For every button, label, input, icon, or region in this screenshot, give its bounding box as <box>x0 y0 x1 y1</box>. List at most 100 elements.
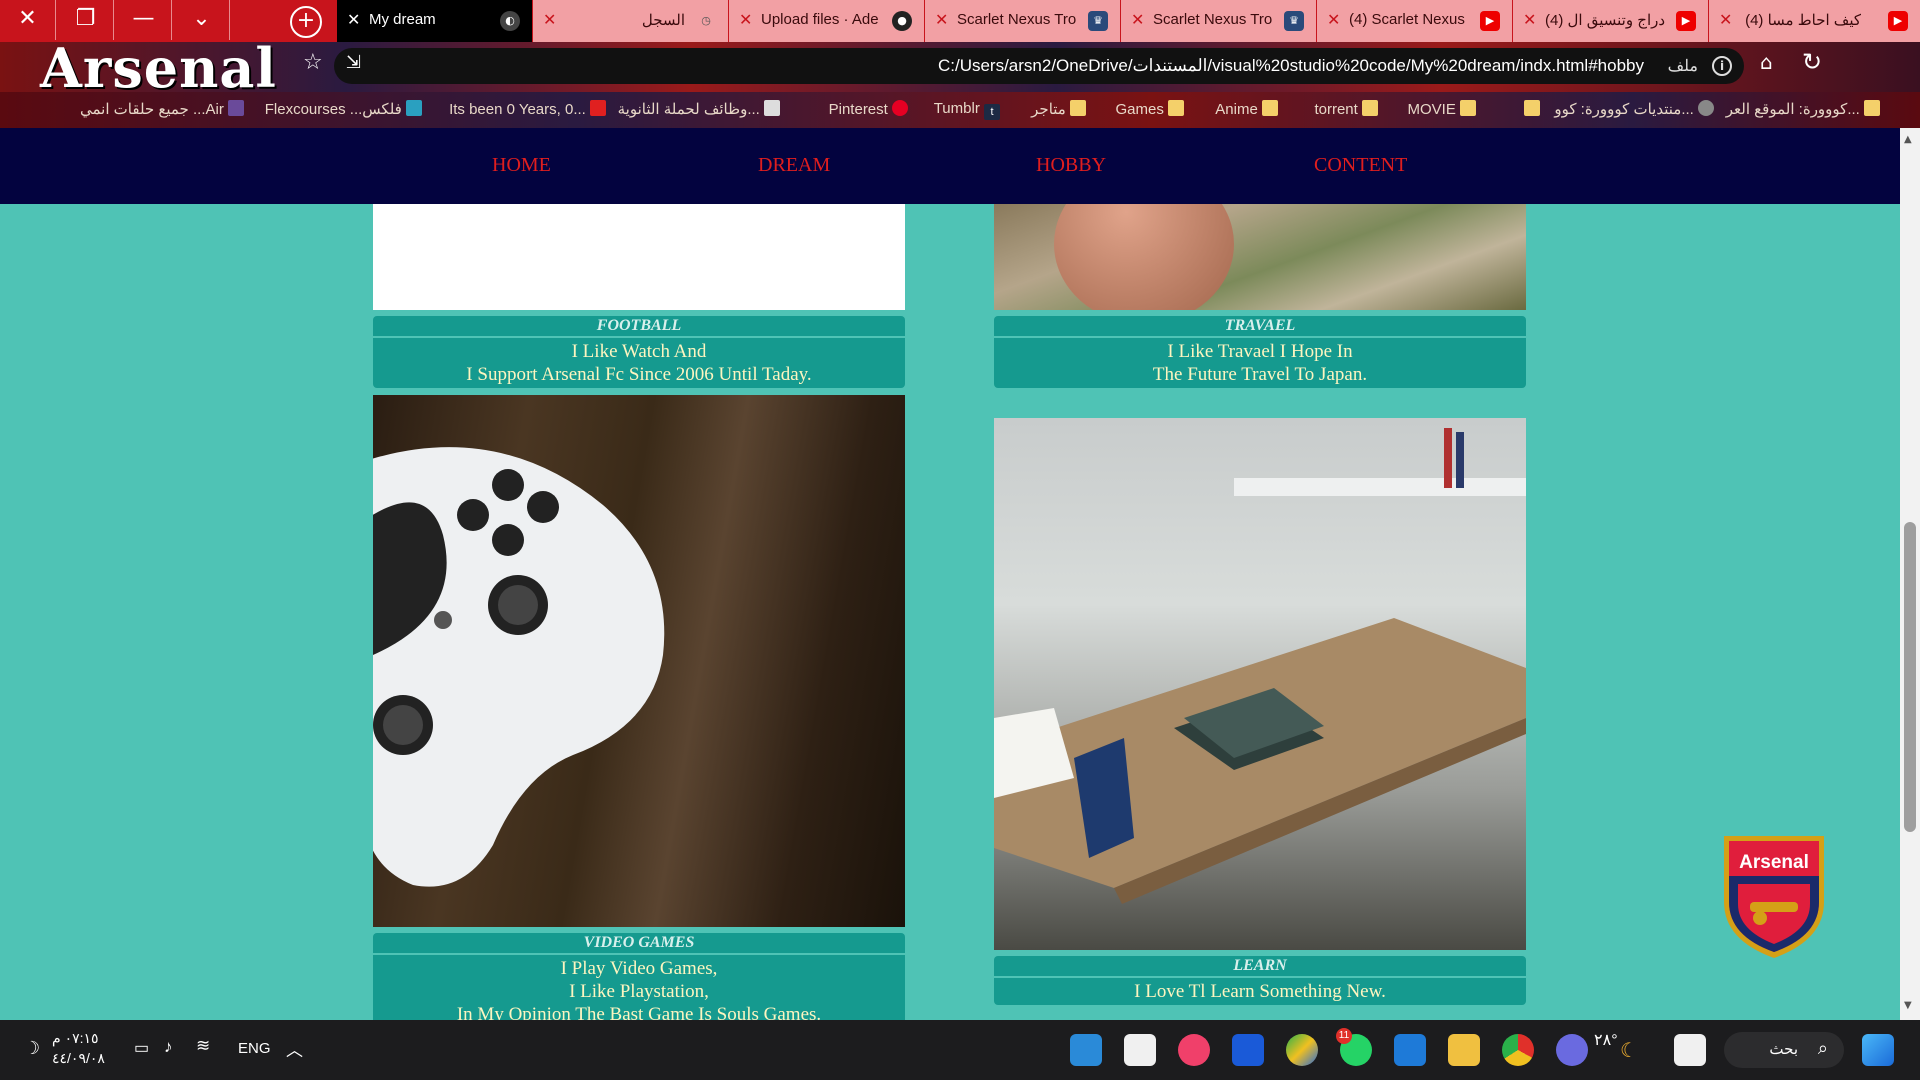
tab-scarlet-1[interactable]: ✕ Scarlet Nexus Tro ♛ <box>924 0 1120 42</box>
tumblr-icon: t <box>984 104 1000 120</box>
tab-close-icon[interactable]: ✕ <box>739 11 757 29</box>
task-view-icon[interactable] <box>1674 1034 1706 1066</box>
caption-line: I Love Tl Learn Something New. <box>1134 981 1386 1002</box>
bookmark-folder[interactable]: متاجر <box>1031 100 1086 120</box>
browser-tab-strip: ✕ ❐ — ⌄ + ✕ My dream ◐ ✕ السجل ◷ ✕ Uploa… <box>0 0 1920 42</box>
wifi-icon[interactable]: ≋ <box>196 1036 210 1056</box>
input-language[interactable]: ENG <box>238 1040 271 1057</box>
volume-icon[interactable]: ♪ <box>164 1037 173 1057</box>
bookmark-item[interactable]: Tumblr t <box>934 100 1000 120</box>
weather-temp[interactable]: ٢٨° <box>1594 1030 1618 1050</box>
page-scrollbar[interactable]: ▲ ▼ <box>1900 128 1920 1020</box>
trophy-icon: ♛ <box>1088 11 1108 31</box>
bookmark-item[interactable]: Flexcourses ...فلكس <box>265 100 422 120</box>
caption-title: TRAVAEL <box>994 316 1526 336</box>
notifications-icon[interactable]: ☽ <box>24 1038 40 1059</box>
video-games-image <box>373 395 905 927</box>
install-app-icon[interactable]: ⇲ <box>346 52 361 73</box>
bookmark-item[interactable]: وظائف لحملة الثانوية... <box>618 100 780 120</box>
nav-dream-link[interactable]: DREAM <box>758 154 830 177</box>
bookmark-item[interactable]: منتديات كووورة: كوو... <box>1554 100 1714 120</box>
window-restore-button[interactable]: ❐ <box>58 0 114 40</box>
bookmark-item[interactable]: جميع حلقات انمي ...Air <box>80 100 244 120</box>
file-explorer-icon[interactable] <box>1448 1034 1480 1066</box>
tab-close-icon[interactable]: ✕ <box>1131 11 1149 29</box>
itunes-icon[interactable] <box>1178 1034 1210 1066</box>
window-close-button[interactable]: ✕ <box>0 0 56 40</box>
snipping-tool-icon[interactable] <box>1070 1034 1102 1066</box>
bookmark-item[interactable]: كووورة: الموقع العر... <box>1726 100 1880 120</box>
tab-search-button[interactable]: ⌄ <box>174 0 230 40</box>
tab-youtube-3[interactable]: ✕ (4) كيف احاط مسا ▶ <box>1708 0 1920 42</box>
nav-home-link[interactable]: HOME <box>492 154 551 177</box>
home-icon[interactable]: ⌂ <box>1760 50 1773 74</box>
caption-title: LEARN <box>994 956 1526 976</box>
remote-desktop-icon[interactable] <box>1232 1034 1264 1066</box>
bookmark-folder[interactable] <box>1524 100 1540 120</box>
weather-moon-icon[interactable]: ☾ <box>1620 1038 1638 1063</box>
tab-close-icon[interactable]: ✕ <box>1327 11 1345 29</box>
bookmarks-bar: كووورة: الموقع العر... منتديات كووورة: ك… <box>0 92 1920 128</box>
folder-icon <box>1524 100 1540 116</box>
bookmark-folder[interactable]: MOVIE <box>1407 100 1476 120</box>
tab-my-dream[interactable]: ✕ My dream ◐ <box>336 0 532 42</box>
globe-icon: ◐ <box>500 11 520 31</box>
battery-icon[interactable]: ▭ <box>134 1038 149 1058</box>
tab-youtube-2[interactable]: ✕ (4) إدراج وتنسيق ال ▶ <box>1512 0 1708 42</box>
arsenal-crest-logo[interactable]: Arsenal <box>1718 832 1830 962</box>
start-windows-icon[interactable] <box>1862 1034 1894 1066</box>
scroll-thumb[interactable] <box>1904 522 1916 832</box>
tab-close-icon[interactable]: ✕ <box>347 11 365 29</box>
pinterest-icon <box>892 100 908 116</box>
tab-close-icon[interactable]: ✕ <box>1523 11 1541 29</box>
tab-close-icon[interactable]: ✕ <box>543 11 561 29</box>
folder-icon <box>1262 100 1278 116</box>
scroll-up-arrow-icon[interactable]: ▲ <box>1904 134 1912 145</box>
whatsapp-icon[interactable]: 11 <box>1336 1028 1372 1066</box>
tab-upload-files[interactable]: ✕ Upload files · Ade ● <box>728 0 924 42</box>
teams-chat-icon[interactable] <box>1556 1034 1588 1066</box>
github-icon: ● <box>892 11 912 31</box>
folder-icon <box>1168 100 1184 116</box>
bookmark-item[interactable]: Its been 0 Years, 0... <box>449 100 606 120</box>
scroll-down-arrow-icon[interactable]: ▼ <box>1904 1000 1912 1011</box>
tab-youtube-1[interactable]: ✕ (4) Scarlet Nexus ▶ <box>1316 0 1512 42</box>
tab-history[interactable]: ✕ السجل ◷ <box>532 0 728 42</box>
new-tab-button[interactable]: + <box>290 6 322 38</box>
omnibox[interactable]: C:/Users/arsn2/OneDrive/المستندات/visual… <box>334 48 1744 84</box>
nav-content-link[interactable]: CONTENT <box>1314 154 1407 177</box>
game-controller-icon <box>373 447 665 887</box>
bookmark-star-icon[interactable]: ☆ <box>303 50 323 75</box>
bookmark-folder[interactable]: Games <box>1115 100 1184 120</box>
vscode-icon[interactable] <box>1394 1034 1426 1066</box>
site-navigation: HOME DREAM HOBBY CONTENT <box>0 128 1900 204</box>
address-bar-area: Arsenal C:/Users/arsn2/OneDrive/المستندا… <box>0 36 1920 100</box>
info-icon[interactable]: i <box>1712 56 1732 76</box>
hobby-section: FOOTBALL I Like Watch And I Support Arse… <box>0 204 1900 1020</box>
tracker-icon <box>590 100 606 116</box>
search-icon: ⌕ <box>1817 1038 1828 1059</box>
store-icon[interactable] <box>1124 1034 1156 1066</box>
travel-image <box>994 204 1526 310</box>
tab-close-icon[interactable]: ✕ <box>935 11 953 29</box>
tab-close-icon[interactable]: ✕ <box>1719 11 1737 29</box>
globe-icon <box>1698 100 1714 116</box>
maps-icon[interactable] <box>1286 1034 1318 1066</box>
url-text[interactable]: C:/Users/arsn2/OneDrive/المستندات/visual… <box>374 56 1644 76</box>
chevron-up-icon[interactable]: ︿ <box>286 1036 303 1061</box>
clock-date[interactable]: ٤٤/٠٩/٠٨ <box>52 1050 105 1067</box>
bookmark-folder[interactable]: Anime <box>1215 100 1278 120</box>
tab-title: Scarlet Nexus Tro <box>957 11 1077 28</box>
taskbar-search[interactable]: بحث ⌕ <box>1724 1032 1844 1068</box>
learn-caption: LEARN I Love Tl Learn Something New. <box>994 956 1526 1005</box>
nav-hobby-link[interactable]: HOBBY <box>1036 154 1106 177</box>
bookmark-item[interactable]: Pinterest <box>829 100 908 120</box>
chrome-icon[interactable] <box>1502 1034 1534 1066</box>
window-minimize-button[interactable]: — <box>116 0 172 40</box>
reload-icon[interactable]: ↻ <box>1802 48 1822 76</box>
tab-scarlet-2[interactable]: ✕ Scarlet Nexus Tro ♛ <box>1120 0 1316 42</box>
clock-time[interactable]: ٠٧:١٥ م <box>52 1030 99 1047</box>
caption-body: I Like Watch And I Support Arsenal Fc Si… <box>373 338 905 388</box>
football-caption: FOOTBALL I Like Watch And I Support Arse… <box>373 316 905 388</box>
bookmark-folder[interactable]: torrent <box>1314 100 1378 120</box>
